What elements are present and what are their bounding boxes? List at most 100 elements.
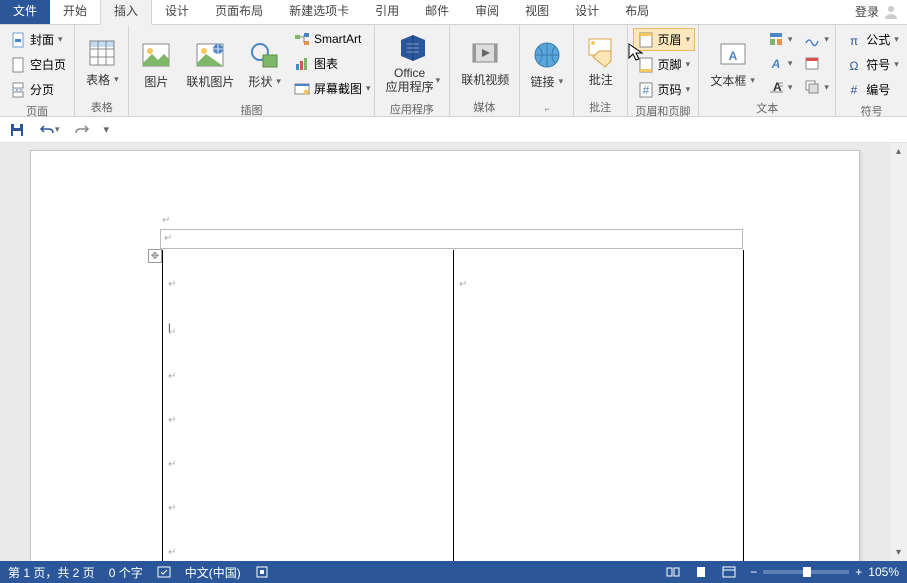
svg-text:#: # (851, 83, 858, 97)
svg-text:#: # (642, 83, 649, 97)
paragraph-mark: ↵ (168, 459, 176, 470)
cover-page-button[interactable]: 封面▾ (5, 28, 71, 51)
textbox-label: 文本框 (710, 72, 746, 89)
blank-page-button[interactable]: 空白页 (5, 53, 71, 76)
ribbon: 封面▾ 空白页 分页 页面 表格▾ 表格 图片 联机图片 形状▾ SmartAr… (0, 25, 907, 117)
redo-button[interactable] (69, 119, 95, 141)
online-pictures-button[interactable]: 联机图片 (180, 28, 240, 100)
customize-qat-button[interactable]: ▾ (99, 120, 115, 139)
scroll-track[interactable] (890, 160, 907, 544)
paragraph-mark: ↵ (168, 327, 176, 338)
header-area[interactable]: ↵ (160, 229, 743, 249)
pictures-button[interactable]: 图片 (134, 28, 178, 100)
zoom-out-button[interactable]: − (750, 565, 757, 579)
datetime-button[interactable] (799, 52, 834, 74)
equation-button[interactable]: π公式▾ (841, 28, 904, 51)
tab-layout[interactable]: 页面布局 (202, 0, 276, 24)
tab-design[interactable]: 设计 (152, 0, 202, 24)
zoom-in-button[interactable]: + (855, 565, 862, 579)
page[interactable]: ↵ ↵ ✥ ↵ ↵ | ↵ ↵ ↵ ↵ ↵ ↵ (30, 150, 860, 561)
smartart-button[interactable]: SmartArt (289, 28, 376, 50)
footer-button[interactable]: 页脚▾ (633, 53, 696, 76)
group-comments: 批注 批注 (574, 25, 628, 116)
number-label: 编号 (866, 81, 890, 98)
tab-view[interactable]: 视图 (512, 0, 562, 24)
pictures-label: 图片 (144, 73, 168, 90)
symbol-label: 符号 (866, 56, 890, 73)
paragraph-mark: ↵ (168, 371, 176, 382)
status-bar: 第 1 页，共 2 页 0 个字 中文(中国) − + 105% (0, 561, 907, 583)
group-tables: 表格▾ 表格 (75, 25, 129, 116)
vertical-scrollbar[interactable]: ▴ ▾ (890, 143, 907, 561)
table-move-handle[interactable]: ✥ (148, 249, 162, 263)
table-button[interactable]: 表格▾ (80, 28, 125, 97)
paragraph-mark: ↵ (168, 279, 176, 290)
paragraph-mark: ↵ (164, 233, 172, 244)
print-layout-button[interactable] (694, 565, 708, 579)
tab-home[interactable]: 开始 (50, 0, 100, 24)
link-button[interactable]: 链接▾ (525, 28, 570, 101)
scroll-down-button[interactable]: ▾ (890, 544, 907, 561)
tab-insert[interactable]: 插入 (100, 0, 152, 25)
object-button[interactable]: ▾ (799, 76, 834, 98)
quick-parts-button[interactable]: ▾ (763, 28, 798, 50)
save-button[interactable] (4, 119, 30, 141)
tab-review[interactable]: 审阅 (462, 0, 512, 24)
header-button[interactable]: 页眉▾ (633, 28, 696, 51)
macro-button[interactable] (255, 565, 269, 579)
number-button[interactable]: # 编号 (841, 78, 904, 101)
header-label: 页眉 (658, 31, 682, 48)
screenshot-button[interactable]: 屏幕截图▾ (289, 77, 376, 100)
signature-button[interactable]: ▾ (799, 28, 834, 50)
online-video-button[interactable]: 联机视频 (455, 28, 515, 97)
svg-text:Ω: Ω (850, 59, 859, 73)
read-mode-button[interactable] (666, 565, 680, 579)
user-icon (883, 4, 899, 20)
paragraph-mark: ↵ (168, 415, 176, 426)
zoom-slider[interactable] (763, 570, 849, 574)
group-links: 链接▾ ⌐ (520, 25, 574, 116)
textbox-button[interactable]: A文本框▾ (704, 28, 761, 98)
wordart-button[interactable]: A▾ (763, 52, 798, 74)
scroll-up-button[interactable]: ▴ (890, 143, 907, 160)
equation-label: 公式 (866, 31, 890, 48)
symbol-button[interactable]: Ω符号▾ (841, 53, 904, 76)
tab-mailings[interactable]: 邮件 (412, 0, 462, 24)
tab-layout2[interactable]: 布局 (612, 0, 662, 24)
group-media-label: 媒体 (455, 97, 513, 115)
drop-cap-button[interactable]: A▾ (763, 76, 798, 98)
word-count[interactable]: 0 个字 (109, 564, 143, 581)
language-status[interactable]: 中文(中国) (185, 564, 241, 581)
svg-text:π: π (850, 34, 858, 48)
ribbon-tabs: 文件 开始 插入 设计 页面布局 新建选项卡 引用 邮件 审阅 视图 设计 布局… (0, 0, 907, 25)
chart-button[interactable]: 图表 (289, 52, 376, 75)
chart-label: 图表 (314, 55, 338, 72)
tab-file[interactable]: 文件 (0, 0, 50, 24)
group-tables-label: 表格 (80, 97, 123, 115)
blank-page-label: 空白页 (30, 56, 66, 73)
paragraph-mark: ↵ (168, 547, 176, 558)
page-status[interactable]: 第 1 页，共 2 页 (8, 564, 95, 581)
smartart-label: SmartArt (314, 32, 361, 46)
zoom-thumb[interactable] (803, 567, 811, 577)
comment-label: 批注 (589, 71, 613, 88)
zoom-control: − + 105% (750, 565, 899, 579)
tab-newtab[interactable]: 新建选项卡 (276, 0, 362, 24)
footer-label: 页脚 (658, 56, 682, 73)
page-number-button[interactable]: #页码▾ (633, 78, 696, 101)
web-layout-button[interactable] (722, 565, 736, 579)
shapes-button[interactable]: 形状▾ (242, 28, 287, 100)
tab-references[interactable]: 引用 (362, 0, 412, 24)
document-area[interactable]: ↵ ↵ ✥ ↵ ↵ | ↵ ↵ ↵ ↵ ↵ ↵ ▴ ▾ (0, 143, 907, 561)
office-apps-button[interactable]: Office应用程序 ▾ (380, 28, 447, 99)
svg-text:A: A (728, 49, 737, 63)
undo-button[interactable]: ▾ (34, 119, 65, 141)
comment-button[interactable]: 批注 (579, 28, 623, 97)
group-comments-label: 批注 (579, 97, 622, 115)
proofing-button[interactable] (157, 565, 171, 579)
login-button[interactable]: 登录 (847, 0, 907, 24)
group-header-footer: 页眉▾ 页脚▾ #页码▾ 页眉和页脚 (628, 25, 700, 116)
zoom-value[interactable]: 105% (868, 565, 899, 579)
page-break-button[interactable]: 分页 (5, 78, 71, 101)
tab-design2[interactable]: 设计 (562, 0, 612, 24)
